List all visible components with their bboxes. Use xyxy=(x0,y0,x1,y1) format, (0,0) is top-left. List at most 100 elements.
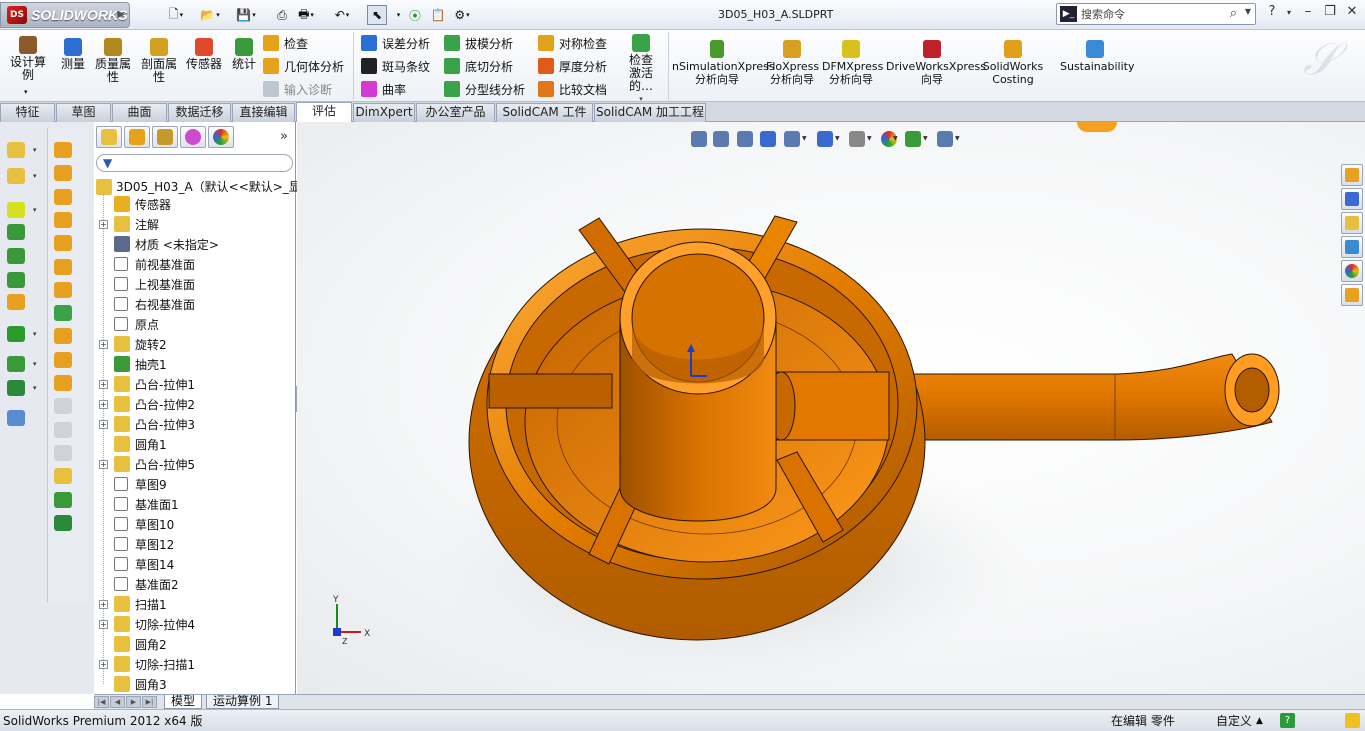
tree-item[interactable]: + 凸台-拉伸3 xyxy=(94,414,294,434)
expand-icon[interactable]: + xyxy=(99,599,108,609)
display-manager-tab[interactable] xyxy=(208,126,234,148)
delete-face-icon[interactable] xyxy=(54,351,72,368)
expand-icon[interactable]: + xyxy=(99,419,108,429)
restore-icon[interactable]: ❐ xyxy=(1320,4,1340,19)
minimize-icon[interactable]: – xyxy=(1298,4,1318,19)
expand-icon[interactable]: + xyxy=(99,399,108,409)
toolbar-dropdown-icon[interactable]: ▾ xyxy=(33,206,37,214)
curves-icon[interactable] xyxy=(7,380,25,396)
driveworksxpress-button[interactable]: DriveWorksXpress 向导 xyxy=(886,40,986,86)
tab-5[interactable]: 评估 xyxy=(296,102,352,122)
curves-icon[interactable] xyxy=(54,514,72,531)
expand-icon[interactable]: + xyxy=(99,659,108,669)
reference-geometry-icon[interactable] xyxy=(7,294,25,310)
select-icon[interactable]: ⬉ xyxy=(367,5,387,25)
statistics-button[interactable]: 统计 xyxy=(230,38,258,71)
thickness-analysis-button[interactable]: 厚度分析 xyxy=(538,56,607,76)
sweep-tool-icon[interactable] xyxy=(54,188,72,205)
tree-item[interactable]: + 凸台-拉伸1 xyxy=(94,374,294,394)
split-line-icon[interactable] xyxy=(54,305,72,322)
expand-icon[interactable]: + xyxy=(99,339,108,349)
tree-item[interactable]: 前视基准面 xyxy=(94,254,294,274)
tab-9[interactable]: SolidCAM 加工工程 xyxy=(594,103,706,122)
tree-item[interactable]: + 凸台-拉伸5 xyxy=(94,454,294,474)
sensor-button[interactable]: 传感器 xyxy=(183,38,225,71)
import-diagnostics-button[interactable]: 输入诊断 xyxy=(263,79,332,99)
combine-icon[interactable] xyxy=(54,375,72,391)
check-active-button[interactable]: 检查激活的… ▾ xyxy=(622,34,660,106)
next-tab-icon[interactable]: ▶ xyxy=(126,696,141,708)
first-tab-icon[interactable]: |◀ xyxy=(94,696,109,708)
mass-properties-button[interactable]: 质量属性 xyxy=(92,38,134,84)
boundary-icon[interactable] xyxy=(7,224,25,240)
simulationxpress-button[interactable]: nSimulationXpress 分析向导 xyxy=(672,40,775,86)
tree-item[interactable]: 右视基准面 xyxy=(94,294,294,314)
toolbar-dropdown-icon[interactable]: ▾ xyxy=(33,172,37,180)
tab-3[interactable]: 数据迁移 xyxy=(168,103,231,122)
draft-icon[interactable] xyxy=(54,211,72,228)
property-manager-tab[interactable] xyxy=(124,126,150,148)
revolve-boss-icon[interactable] xyxy=(7,168,25,184)
tree-item[interactable]: 草图9 xyxy=(94,474,294,494)
tree-item[interactable]: 草图14 xyxy=(94,554,294,574)
instant3d-icon[interactable] xyxy=(7,356,25,372)
curvature-button[interactable]: 曲率 xyxy=(361,79,406,99)
tree-item[interactable]: + 旋转2 xyxy=(94,334,294,354)
undercut-analysis-button[interactable]: 底切分析 xyxy=(444,56,513,76)
tree-item[interactable]: 材质 <未指定> xyxy=(94,234,294,254)
last-tab-icon[interactable]: ▶| xyxy=(142,696,157,708)
tree-item[interactable]: 原点 xyxy=(94,314,294,334)
expand-icon[interactable]: + xyxy=(99,459,108,469)
save-icon[interactable]: 💾 ▾ xyxy=(236,5,256,25)
shell-tool-icon[interactable] xyxy=(7,248,25,264)
new-document-icon[interactable]: 🗋 ▾ xyxy=(166,5,186,25)
dimxpert-manager-tab[interactable] xyxy=(180,126,206,148)
geometry-analysis-button[interactable]: 几何体分析 xyxy=(263,56,344,76)
prev-tab-icon[interactable]: ◀ xyxy=(110,696,125,708)
costing-button[interactable]: SolidWorks Costing xyxy=(982,40,1044,86)
model-tab[interactable]: 模型 xyxy=(164,695,203,709)
tree-item[interactable]: 草图10 xyxy=(94,514,294,534)
disabled-tool-icon[interactable] xyxy=(54,398,72,415)
section-properties-button[interactable]: 剖面属性 xyxy=(138,38,180,84)
measure-tool-icon[interactable] xyxy=(7,410,25,426)
tab-8[interactable]: SolidCAM 工件 xyxy=(496,103,593,122)
tree-item[interactable]: 圆角1 xyxy=(94,434,294,454)
print-icon[interactable]: ⎙ xyxy=(272,5,292,25)
rib-icon[interactable] xyxy=(54,165,72,182)
compare-documents-button[interactable]: 比较文档 xyxy=(538,79,607,99)
tree-item[interactable]: + 切除-拉伸4 xyxy=(94,614,294,634)
tab-6[interactable]: DimXpert xyxy=(353,103,415,122)
deviation-analysis-button[interactable]: 误差分析 xyxy=(361,33,430,53)
tree-item[interactable]: + 凸台-拉伸2 xyxy=(94,394,294,414)
linear-pattern-icon[interactable] xyxy=(7,326,25,342)
configuration-manager-tab[interactable] xyxy=(152,126,178,148)
measure-button[interactable]: 测量 xyxy=(58,38,88,71)
help-status-icon[interactable]: ? xyxy=(1280,713,1295,728)
instant3d-icon[interactable] xyxy=(54,491,72,508)
disabled-tool-icon[interactable] xyxy=(54,444,72,461)
search-commands-field[interactable]: ▶_ 搜索命令 ⌕ ▼ xyxy=(1056,3,1256,25)
close-icon[interactable]: ✕ xyxy=(1342,4,1362,19)
more-tabs-icon[interactable]: » xyxy=(280,129,288,144)
tree-item[interactable]: 基准面1 xyxy=(94,494,294,514)
tree-item[interactable]: 草图12 xyxy=(94,534,294,554)
feature-manager-tab[interactable] xyxy=(96,126,122,148)
options-icon[interactable]: ⚙ ▾ xyxy=(452,5,472,25)
print-options-icon[interactable]: 🖶 ▾ xyxy=(296,5,316,25)
expand-icon[interactable]: + xyxy=(99,219,108,229)
tree-item[interactable]: 抽壳1 xyxy=(94,354,294,374)
toolbar-dropdown-icon[interactable]: ▾ xyxy=(33,360,37,368)
parting-line-analysis-button[interactable]: 分型线分析 xyxy=(444,79,525,99)
tab-4[interactable]: 直接编辑 xyxy=(232,103,295,122)
tab-7[interactable]: 办公室产品 xyxy=(416,103,495,122)
tree-root-item[interactable]: 3D05_H03_A（默认<<默认>_显 xyxy=(96,178,301,195)
flex-icon[interactable] xyxy=(54,258,72,275)
tab-1[interactable]: 草图 xyxy=(56,103,111,122)
draft-analysis-button[interactable]: 拔模分析 xyxy=(444,33,513,53)
expand-icon[interactable]: + xyxy=(99,619,108,629)
rebuild-icon[interactable]: ⦿ xyxy=(405,5,425,25)
tab-0[interactable]: 特征 xyxy=(0,103,55,122)
move-face-icon[interactable] xyxy=(54,328,72,345)
graphics-viewport[interactable]: ▼ ▼ ▼ ▼ ▼ ▼ Y X Z xyxy=(297,122,1365,694)
